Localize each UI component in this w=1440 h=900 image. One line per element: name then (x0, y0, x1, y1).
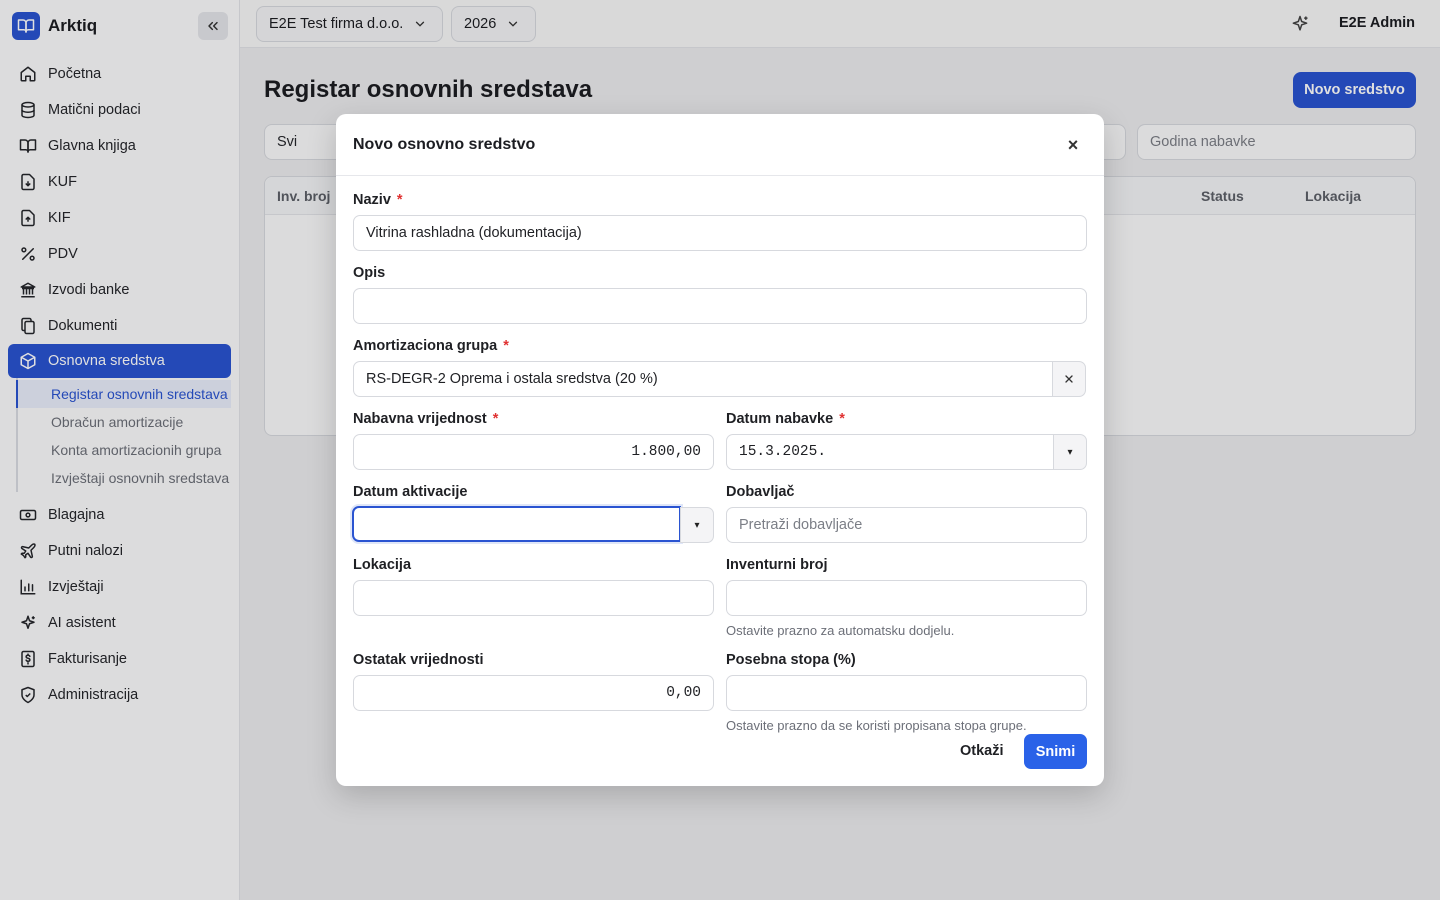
lokacija-label: Lokacija (353, 557, 412, 573)
posebna-stopa-input[interactable] (726, 675, 1087, 711)
dobavljac-search-input[interactable]: Pretraži dobavljače (726, 507, 1087, 543)
datum-nabavke-input[interactable]: 15.3.2025. (726, 434, 1054, 470)
naziv-label: Naziv * (353, 192, 403, 208)
close-icon[interactable]: × (1062, 134, 1084, 156)
dialog-title: Novo osnovno sredstvo (353, 136, 536, 153)
required-mark: * (839, 411, 845, 427)
save-button[interactable]: Snimi (1024, 734, 1087, 769)
datum-aktivacije-picker-button[interactable]: ▾ (680, 507, 714, 543)
datum-aktivacije-label: Datum aktivacije (353, 484, 468, 500)
nabavna-label-text: Nabavna vrijednost (353, 411, 487, 427)
ostatak-vrijednosti-label: Ostatak vrijednosti (353, 652, 484, 668)
naziv-label-text: Naziv (353, 192, 391, 208)
dobavljac-label: Dobavljač (726, 484, 795, 500)
amort-grupa-label-text: Amortizaciona grupa (353, 338, 498, 354)
inventurni-broj-input[interactable] (726, 580, 1087, 616)
new-asset-dialog: Novo osnovno sredstvo × Naziv * Vitrina r… (336, 114, 1104, 786)
caret-down-icon: ▾ (1067, 446, 1073, 458)
caret-down-icon: ▾ (694, 519, 700, 531)
nabavna-vrijednost-input[interactable]: 1.800,00 (353, 434, 714, 470)
datum-nabavke-label: Datum nabavke * (726, 411, 845, 427)
cancel-button[interactable]: Otkaži (960, 743, 1004, 759)
posebna-stopa-hint: Ostavite prazno da se koristi propisana … (726, 718, 1027, 733)
opis-input[interactable] (353, 288, 1087, 324)
amort-grupa-label: Amortizaciona grupa * (353, 338, 509, 354)
dialog-header: Novo osnovno sredstvo × (336, 114, 1104, 176)
required-mark: * (396, 192, 403, 208)
opis-label: Opis (353, 265, 386, 281)
inventurni-broj-hint: Ostavite prazno za automatsku dodjelu. (726, 623, 955, 638)
close-icon (1065, 375, 1073, 383)
clear-amort-grupa-button[interactable] (1052, 361, 1086, 397)
required-mark: * (492, 411, 499, 427)
naziv-input[interactable]: Vitrina rashladna (dokumentacija) (353, 215, 1087, 251)
lokacija-input[interactable] (353, 580, 714, 616)
posebna-stopa-label: Posebna stopa (%) (726, 652, 856, 668)
datum-aktivacije-input[interactable] (352, 506, 681, 542)
datum-nabavke-picker-button[interactable]: ▾ (1053, 434, 1087, 470)
inventurni-broj-label: Inventurni broj (726, 557, 828, 573)
ostatak-vrijednosti-input[interactable]: 0,00 (353, 675, 714, 711)
nabavna-vrijednost-label: Nabavna vrijednost * (353, 411, 498, 427)
datum-nabavke-label-text: Datum nabavke (726, 411, 834, 427)
amort-grupa-select[interactable]: RS-DEGR-2 Oprema i ostala sredstva (20 %… (353, 361, 1053, 397)
required-mark: * (503, 338, 509, 354)
